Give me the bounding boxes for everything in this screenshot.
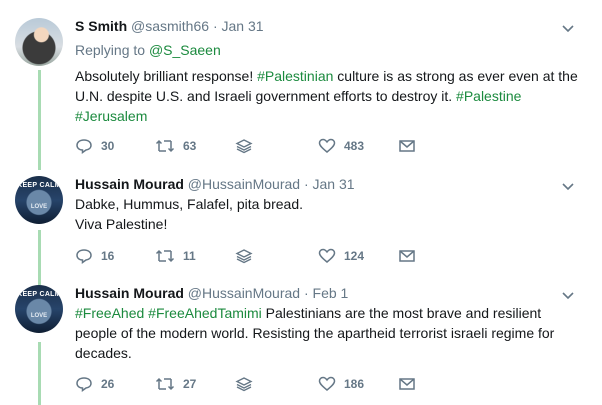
like-button[interactable]: 483	[318, 138, 364, 154]
separator: ·	[212, 18, 218, 34]
avatar-text: LOVE	[30, 313, 48, 319]
separator: ·	[303, 285, 309, 301]
user-handle[interactable]: @sasmith66	[131, 18, 209, 34]
reply-button[interactable]: 26	[75, 376, 114, 392]
replying-to-label: Replying to	[75, 42, 149, 58]
reply-icon	[76, 377, 92, 392]
tweet-header: S Smith @sasmith66 · Jan 31	[75, 18, 264, 34]
tweet-text: Absolutely brilliant response! #Palestin…	[75, 66, 580, 126]
like-button[interactable]: 124	[318, 248, 364, 264]
direct-message-stack-button[interactable]	[235, 248, 253, 264]
user-handle[interactable]: @HussainMourad	[188, 285, 300, 301]
message-button[interactable]	[398, 138, 416, 154]
reply-button[interactable]: 30	[75, 138, 114, 154]
envelope-icon	[399, 378, 415, 390]
stack-icon	[235, 377, 253, 392]
envelope-icon	[399, 250, 415, 262]
avatar[interactable]: KEEP CALM LOVE	[15, 285, 63, 333]
tweet-text-part: Absolutely brilliant response!	[75, 68, 258, 84]
retweet-count: 27	[183, 377, 197, 391]
chevron-down-icon[interactable]	[561, 22, 575, 36]
chevron-down-icon[interactable]	[561, 180, 575, 194]
tweet[interactable]: KEEP CALM LOVE Hussain Mourad @HussainMo…	[0, 176, 602, 271]
chevron-down-icon[interactable]	[561, 289, 575, 303]
avatar[interactable]	[15, 18, 63, 66]
tweet-text-line: Dabke, Hummus, Falafel, pita bread.	[75, 196, 303, 212]
direct-message-stack-button[interactable]	[235, 376, 253, 392]
hashtag-link[interactable]: #FreeAhedTamimi	[148, 305, 262, 321]
message-button[interactable]	[398, 376, 416, 392]
tweet-header: Hussain Mourad @HussainMourad · Jan 31	[75, 176, 355, 192]
tweet-text: Dabke, Hummus, Falafel, pita bread. Viva…	[75, 194, 580, 234]
like-count: 483	[344, 139, 365, 153]
user-name[interactable]: Hussain Mourad	[75, 176, 184, 192]
tweet-actions: 26 27 186	[75, 376, 495, 394]
user-name[interactable]: Hussain Mourad	[75, 285, 184, 301]
retweet-count: 11	[183, 249, 196, 263]
hashtag-link[interactable]: #Palestinian	[257, 68, 333, 84]
retweet-button[interactable]: 11	[155, 248, 196, 264]
separator: ·	[303, 176, 309, 192]
avatar[interactable]: KEEP CALM LOVE	[15, 176, 63, 224]
tweet-actions: 16 11 124	[75, 248, 495, 266]
like-button[interactable]: 186	[318, 376, 364, 392]
user-handle[interactable]: @HussainMourad	[188, 176, 300, 192]
tweet-text: #FreeAhed #FreeAhedTamimi Palestinians a…	[75, 303, 580, 363]
avatar-text: KEEP CALM	[17, 291, 61, 298]
reply-icon	[76, 139, 92, 154]
tweet-text-part: Palestinians are the most brave and resi…	[75, 305, 555, 361]
stack-icon	[235, 139, 253, 154]
like-count: 186	[344, 377, 365, 391]
reply-count: 26	[101, 377, 115, 391]
avatar-text: KEEP CALM	[17, 182, 61, 189]
reply-icon	[76, 249, 92, 264]
retweet-button[interactable]: 63	[155, 138, 196, 154]
tweet-date[interactable]: Jan 31	[222, 18, 264, 34]
like-count: 124	[344, 249, 365, 263]
reply-count: 16	[101, 249, 115, 263]
hashtag-link[interactable]: #Palestine	[456, 88, 521, 104]
direct-message-stack-button[interactable]	[235, 138, 253, 154]
tweet-text-line: Viva Palestine!	[75, 216, 168, 232]
stack-icon	[235, 249, 253, 264]
retweet-icon	[155, 377, 175, 391]
reply-count: 30	[101, 139, 115, 153]
tweet[interactable]: S Smith @sasmith66 · Jan 31 Replying to …	[0, 18, 602, 163]
hashtag-link[interactable]: #FreeAhed	[75, 305, 144, 321]
retweet-count: 63	[183, 139, 197, 153]
reply-mention-link[interactable]: @S_Saeen	[149, 42, 221, 58]
heart-icon	[318, 138, 336, 153]
user-name[interactable]: S Smith	[75, 18, 127, 34]
retweet-button[interactable]: 27	[155, 376, 196, 392]
retweet-icon	[155, 249, 175, 263]
replying-to: Replying to @S_Saeen	[75, 42, 221, 58]
message-button[interactable]	[398, 248, 416, 264]
tweet[interactable]: KEEP CALM LOVE Hussain Mourad @HussainMo…	[0, 285, 602, 400]
reply-button[interactable]: 16	[75, 248, 114, 264]
retweet-icon	[155, 139, 175, 153]
tweet-date[interactable]: Jan 31	[313, 176, 355, 192]
avatar-text: LOVE	[30, 204, 48, 210]
heart-icon	[318, 376, 336, 391]
envelope-icon	[399, 140, 415, 152]
heart-icon	[318, 248, 336, 263]
tweet-date[interactable]: Feb 1	[313, 285, 349, 301]
tweet-header: Hussain Mourad @HussainMourad · Feb 1	[75, 285, 348, 301]
tweet-actions: 30 63 483	[75, 138, 495, 156]
hashtag-link[interactable]: #Jerusalem	[75, 108, 147, 124]
